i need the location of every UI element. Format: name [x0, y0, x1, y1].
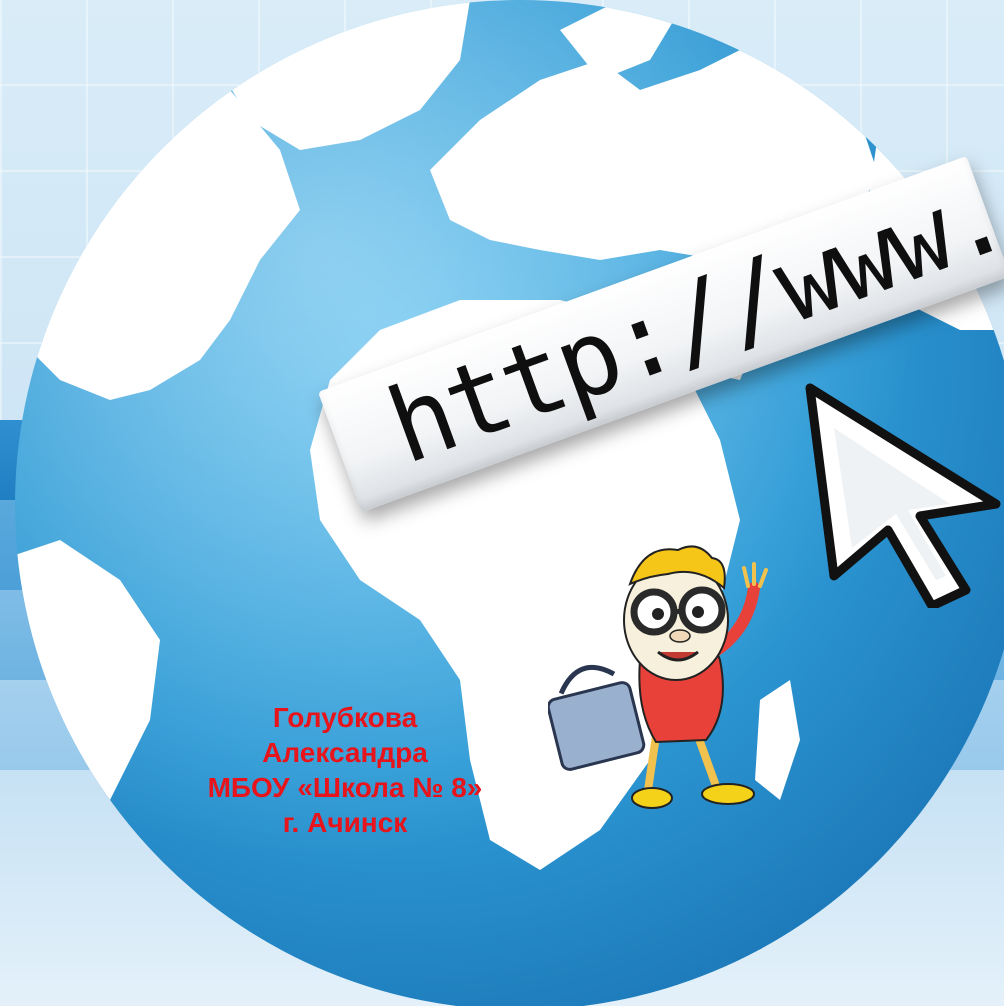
credit-city: г. Ачинск — [282, 807, 408, 838]
credit-surname: Голубкова — [272, 702, 418, 733]
cartoon-egg-mascot — [548, 545, 768, 809]
credit-first-name: Александра — [262, 737, 428, 768]
bag — [548, 681, 646, 771]
left-shoe — [631, 787, 673, 809]
arrow-cursor-icon — [805, 383, 1001, 608]
right-shoe — [701, 783, 755, 805]
author-credit: Голубкова Александра МБОУ «Школа № 8» г.… — [150, 700, 540, 840]
slide: http://www. Голубкова Александра МБОУ «Ш… — [0, 0, 1004, 1006]
credit-school: МБОУ «Школа № 8» — [207, 772, 483, 803]
